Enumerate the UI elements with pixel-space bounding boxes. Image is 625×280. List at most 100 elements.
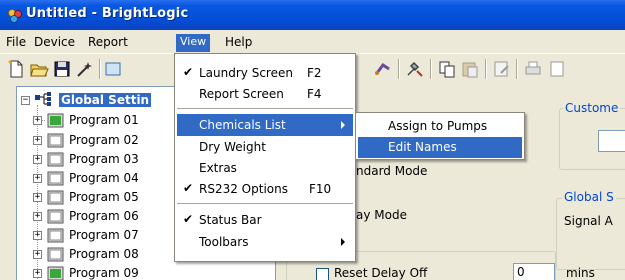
menu-item-report-screen[interactable]: Report Screen F4	[177, 83, 353, 105]
submenu-arrow-icon	[341, 121, 345, 129]
program-label: Program 09	[69, 266, 139, 280]
program-icon	[47, 247, 64, 262]
toolbar-separator	[430, 59, 432, 79]
copy-icon[interactable]	[437, 59, 457, 79]
settings-tree-icon	[35, 92, 51, 106]
program-label: Program 07	[69, 228, 139, 242]
menu-item-status-bar[interactable]: ✔ Status Bar	[177, 209, 353, 231]
expand-icon[interactable]: +	[33, 193, 42, 202]
menu-item-dry-weight[interactable]: Dry Weight	[177, 136, 353, 158]
menu-device[interactable]: Device	[30, 34, 79, 52]
menu-item-toolbars[interactable]: Toolbars	[177, 231, 353, 253]
program-label: Program 02	[69, 133, 139, 147]
menu-item-label: RS232 Options	[199, 182, 288, 196]
view-menu-dropdown: ✔ Laundry Screen F2 Report Screen F4 Che…	[174, 53, 356, 262]
toolbar-separator	[99, 59, 101, 79]
reset-delay-checkbox[interactable]	[316, 268, 329, 280]
program-label: Program 05	[69, 190, 139, 204]
standard-mode-label: ndard Mode	[356, 164, 428, 178]
global-groupbox	[556, 198, 625, 270]
menu-item-laundry-screen[interactable]: ✔ Laundry Screen F2	[177, 62, 353, 84]
menu-separator	[177, 203, 353, 205]
tools-icon[interactable]	[405, 59, 425, 79]
custom-field[interactable]	[598, 130, 625, 152]
expand-icon[interactable]: +	[33, 269, 42, 278]
menu-item-shortcut: F10	[309, 182, 332, 196]
checkmark-icon: ✔	[183, 212, 194, 226]
menu-item-label: Edit Names	[388, 140, 457, 154]
menu-item-label: Chemicals List	[199, 118, 286, 132]
program-label: Program 06	[69, 209, 139, 223]
menu-bar: File Device Report View Help	[0, 30, 625, 54]
expand-icon[interactable]: +	[33, 136, 42, 145]
program-label: Program 01	[69, 113, 139, 127]
title-bar[interactable]: Untitled - BrightLogic	[0, 0, 625, 30]
tree-node-program[interactable]: + Program 09	[17, 264, 275, 280]
menu-item-shortcut: F2	[307, 66, 322, 80]
menu-separator	[177, 108, 353, 110]
menu-item-label: Status Bar	[199, 213, 262, 227]
reset-delay-input[interactable]: 0	[513, 263, 555, 280]
program-icon	[47, 209, 64, 224]
toolbar-separator	[398, 59, 400, 79]
menu-file[interactable]: File	[2, 34, 30, 52]
signal-label: Signal A	[564, 214, 613, 228]
tree-root-label: Global Settin	[59, 93, 152, 107]
submenu-arrow-icon	[341, 238, 345, 246]
menu-item-label: Toolbars	[199, 235, 249, 249]
menu-item-label: Report Screen	[199, 87, 284, 101]
menu-report[interactable]: Report	[84, 34, 132, 52]
program-icon	[47, 228, 64, 243]
expand-icon[interactable]: +	[33, 116, 42, 125]
mins-label: mins	[566, 266, 595, 280]
new-document-icon[interactable]	[6, 59, 26, 79]
menu-help[interactable]: Help	[221, 34, 256, 52]
collapse-icon[interactable]: −	[21, 96, 30, 105]
menu-item-rs232-options[interactable]: ✔ RS232 Options F10	[177, 178, 353, 200]
app-logo-icon	[8, 9, 22, 23]
program-icon	[47, 171, 64, 186]
expand-icon[interactable]: +	[33, 231, 42, 240]
save-icon[interactable]	[52, 59, 72, 79]
expand-icon[interactable]: +	[33, 155, 42, 164]
program-icon	[47, 266, 64, 280]
menu-item-chemicals-list[interactable]: Chemicals List	[177, 114, 353, 136]
menu-item-shortcut: F4	[307, 87, 322, 101]
expand-icon[interactable]: +	[33, 250, 42, 259]
menu-item-label: Laundry Screen	[199, 66, 293, 80]
program-icon	[47, 133, 64, 148]
delay-mode-label: ay Mode	[356, 208, 407, 222]
program-label: Program 08	[69, 247, 139, 261]
open-folder-icon[interactable]	[29, 59, 49, 79]
expand-icon[interactable]: +	[33, 212, 42, 221]
menu-item-edit-names[interactable]: Edit Names	[358, 137, 522, 158]
reset-delay-label: Reset Delay Off	[334, 266, 428, 280]
paste-icon[interactable]	[460, 59, 480, 79]
global-group-title: Global S	[562, 190, 616, 204]
checkmark-icon: ✔	[183, 65, 194, 79]
menu-item-label: Assign to Pumps	[388, 119, 488, 133]
connect-icon[interactable]	[373, 59, 393, 79]
expand-icon[interactable]: +	[33, 174, 42, 183]
program-icon	[47, 113, 64, 128]
program-icon	[47, 152, 64, 167]
custom-group-title: Custome	[563, 101, 621, 115]
wand-icon[interactable]	[75, 59, 95, 79]
program-label: Program 04	[69, 171, 139, 185]
menu-item-label: Dry Weight	[199, 140, 266, 154]
program-label: Program 03	[69, 152, 139, 166]
print-icon[interactable]	[523, 59, 543, 79]
menu-item-label: Extras	[199, 161, 237, 175]
menu-view[interactable]: View	[176, 34, 211, 52]
preview-icon[interactable]	[547, 59, 567, 79]
window-title: Untitled - BrightLogic	[26, 6, 189, 21]
tool-icon[interactable]	[103, 59, 123, 79]
menu-item-extras[interactable]: Extras	[177, 157, 353, 179]
toolbar-separator	[485, 59, 487, 79]
chemicals-submenu: Assign to Pumps Edit Names	[355, 112, 525, 160]
program-icon	[47, 190, 64, 205]
edit-icon[interactable]	[492, 59, 512, 79]
toolbar-separator	[516, 59, 518, 79]
checkmark-icon: ✔	[183, 181, 194, 195]
menu-item-assign-to-pumps[interactable]: Assign to Pumps	[358, 116, 522, 137]
